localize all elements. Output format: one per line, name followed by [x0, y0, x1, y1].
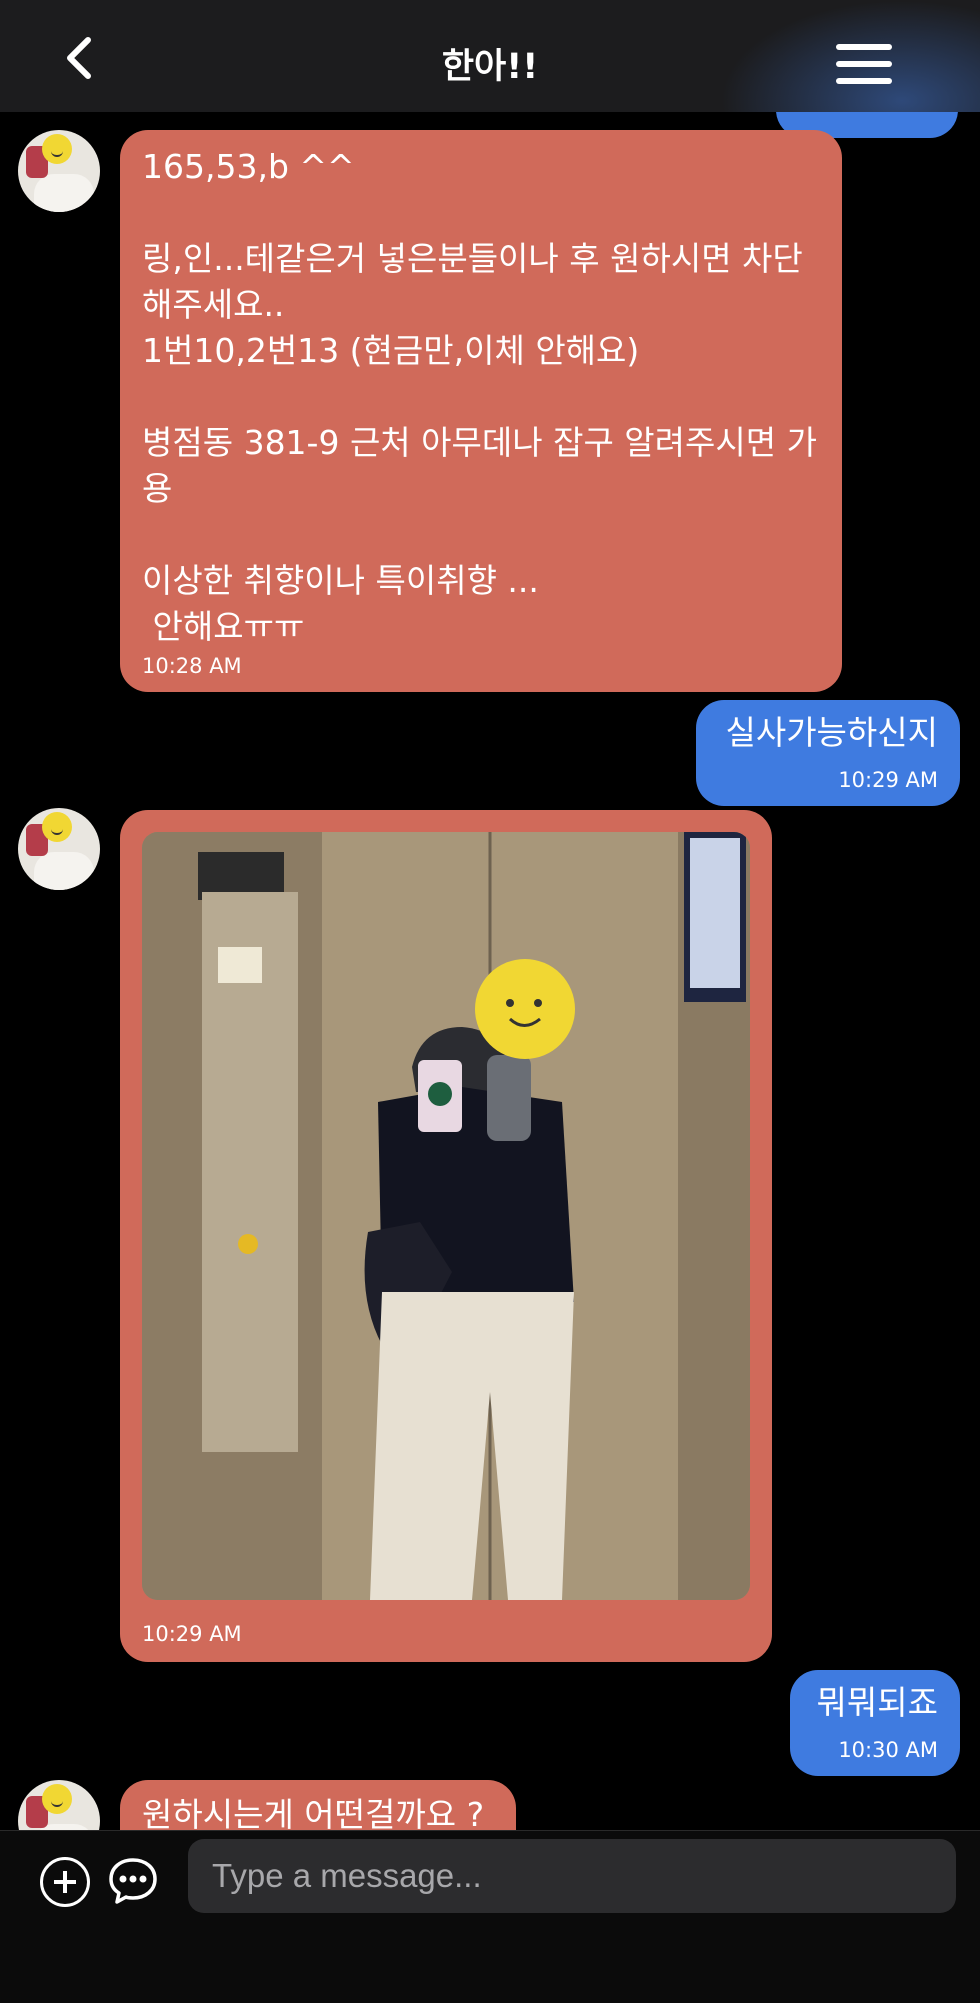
message-time: 10:30 AM — [838, 1738, 938, 1762]
message-text: 실사가능하신지 — [725, 713, 938, 752]
outgoing-message: 실사가능하신지 10:29 AM — [696, 700, 960, 806]
message-composer — [0, 1830, 980, 2003]
message-text: 원하시는게 어떤걸까요 ? — [142, 1795, 485, 1830]
avatar[interactable] — [18, 808, 100, 890]
menu-icon[interactable] — [836, 44, 892, 84]
message-input[interactable] — [188, 1839, 956, 1913]
message-time: 10:29 AM — [838, 768, 938, 792]
message-text: 165,53,b ^^ 링,인...테같은거 넣은분들이나 후 원하시면 차단해… — [142, 147, 817, 646]
avatar[interactable] — [18, 1780, 100, 1830]
incoming-message: 165,53,b ^^ 링,인...테같은거 넣은분들이나 후 원하시면 차단해… — [120, 130, 842, 692]
add-icon[interactable] — [40, 1857, 90, 1907]
incoming-message: 원하시는게 어떤걸까요 ? — [120, 1780, 516, 1830]
chat-title: 한아!! — [441, 47, 539, 87]
outgoing-message: 뭐뭐되죠 10:30 AM — [790, 1670, 960, 1776]
incoming-photo-message: 10:29 AM — [120, 810, 772, 1662]
chat-header: 한아!! — [0, 0, 980, 112]
photo-image[interactable] — [142, 832, 750, 1600]
chat-bubble-icon[interactable] — [108, 1857, 158, 1905]
message-list[interactable]: 165,53,b ^^ 링,인...테같은거 넣은분들이나 후 원하시면 차단해… — [0, 112, 980, 1830]
message-text: 뭐뭐되죠 — [816, 1683, 938, 1722]
message-time: 10:28 AM — [142, 654, 242, 678]
avatar[interactable] — [18, 130, 100, 212]
message-time: 10:29 AM — [142, 1622, 242, 1646]
